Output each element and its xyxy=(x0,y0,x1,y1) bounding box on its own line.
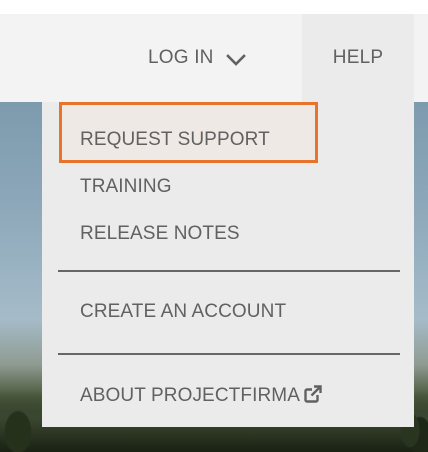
help-menu-button[interactable]: HELP xyxy=(302,14,414,102)
menu-item-about-projectfirma[interactable]: ABOUT PROJECTFIRMA xyxy=(80,384,322,408)
help-label: HELP xyxy=(332,47,384,68)
menu-item-release-notes[interactable]: RELEASE NOTES xyxy=(80,222,240,246)
login-label: LOG IN xyxy=(148,47,214,68)
menu-item-training[interactable]: TRAINING xyxy=(80,175,172,199)
external-link-icon xyxy=(304,385,322,403)
menu-item-create-account[interactable]: CREATE AN ACCOUNT xyxy=(80,300,286,324)
menu-divider xyxy=(58,270,400,272)
menu-divider xyxy=(58,353,400,355)
top-strip xyxy=(0,0,428,14)
menu-item-request-support[interactable]: REQUEST SUPPORT xyxy=(80,128,270,152)
login-dropdown-toggle[interactable]: LOG IN xyxy=(148,14,246,102)
chevron-down-icon xyxy=(225,51,246,66)
login-dropdown-menu: REQUEST SUPPORT TRAINING RELEASE NOTES C… xyxy=(42,102,414,427)
menu-item-about-label: ABOUT PROJECTFIRMA xyxy=(80,385,300,406)
